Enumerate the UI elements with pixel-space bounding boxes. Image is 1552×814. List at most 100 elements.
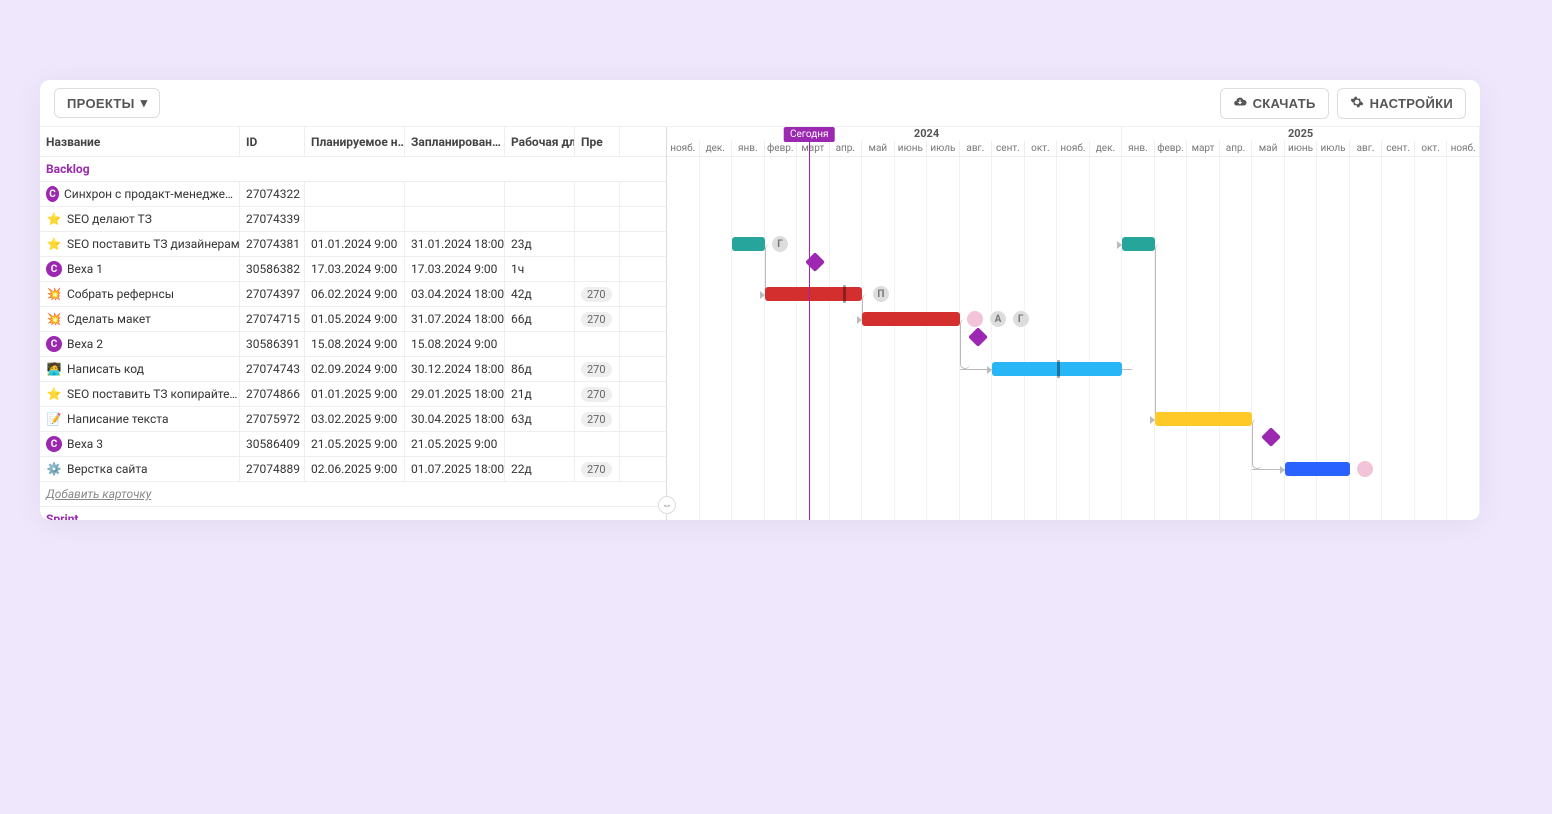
task-start: [305, 182, 405, 206]
task-prev: [575, 432, 620, 456]
gear-icon: [1350, 95, 1364, 112]
month-label: июль: [1317, 141, 1350, 156]
task-start: 03.02.2025 9:00: [305, 407, 405, 431]
table-row[interactable]: ССинхрон с продакт-менедже…27074322: [40, 182, 666, 207]
month-label: июль: [927, 141, 960, 156]
prev-badge: 270: [581, 362, 612, 377]
settings-button[interactable]: НАСТРОЙКИ: [1337, 88, 1466, 119]
task-end: 30.04.2025 18:00: [405, 407, 505, 431]
table-row[interactable]: ⭐SEO поставить ТЗ дизайнерам2707438101.0…: [40, 232, 666, 257]
table-row[interactable]: ⭐SEO поставить ТЗ копирайте…2707486601.0…: [40, 382, 666, 407]
task-end: 30.12.2024 18:00: [405, 357, 505, 381]
task-name: Написание текста: [67, 412, 168, 426]
month-label: окт.: [1025, 141, 1058, 156]
gantt-app: ПРОЕКТЫ ▾ СКАЧАТЬ НАСТРОЙКИ Название: [40, 80, 1480, 520]
star-icon: ⭐: [46, 211, 62, 227]
task-duration: [505, 207, 575, 231]
task-end: [405, 207, 505, 231]
group-sprint[interactable]: Sprint: [40, 507, 666, 520]
gantt-bar[interactable]: [1155, 412, 1253, 426]
column-splitter[interactable]: ⇔: [658, 496, 676, 514]
table-row[interactable]: 💥Сделать макет2707471501.05.2024 9:0031.…: [40, 307, 666, 332]
col-planned-start[interactable]: Планируемое н…: [305, 127, 405, 156]
task-duration: 22д: [505, 457, 575, 481]
download-button[interactable]: СКАЧАТЬ: [1220, 88, 1329, 119]
table-row[interactable]: 🧑‍💻Написать код2707474302.09.2024 9:0030…: [40, 357, 666, 382]
task-end: 31.07.2024 18:00: [405, 307, 505, 331]
month-label: сент.: [1382, 141, 1415, 156]
gantt-bar[interactable]: [732, 237, 765, 251]
prev-badge: 270: [581, 412, 612, 427]
task-start: [305, 207, 405, 231]
gantt-chart[interactable]: 20242025 нояб.дек.янв.февр.мартапр.майию…: [667, 127, 1480, 520]
task-start: 01.01.2024 9:00: [305, 232, 405, 256]
collision-icon: 💥: [46, 311, 62, 327]
task-duration: [505, 182, 575, 206]
projects-dropdown[interactable]: ПРОЕКТЫ ▾: [54, 88, 160, 118]
task-duration: [505, 432, 575, 456]
task-id: 27074397: [240, 282, 305, 306]
month-label: май: [1252, 141, 1285, 156]
task-duration: 86д: [505, 357, 575, 381]
task-prev: 270: [575, 407, 620, 431]
task-id: 27074381: [240, 232, 305, 256]
month-label: окт.: [1415, 141, 1448, 156]
task-name: SEO поставить ТЗ копирайте…: [67, 387, 237, 401]
task-prev: 270: [575, 382, 620, 406]
group-backlog[interactable]: Backlog: [40, 157, 666, 182]
gantt-bar[interactable]: [1285, 462, 1350, 476]
task-prev: [575, 182, 620, 206]
col-duration[interactable]: Рабочая длите…: [505, 127, 575, 156]
caret-down-icon: ▾: [141, 95, 148, 111]
month-label: нояб.: [1447, 141, 1480, 156]
task-end: 01.07.2025 18:00: [405, 457, 505, 481]
col-id[interactable]: ID: [240, 127, 305, 156]
prev-badge: 270: [581, 287, 612, 302]
task-name: Собрать рефернсы: [67, 287, 174, 301]
today-line: [809, 127, 810, 520]
month-label: сент.: [992, 141, 1025, 156]
month-label: июнь: [895, 141, 928, 156]
task-id: 27074866: [240, 382, 305, 406]
task-start: 01.01.2025 9:00: [305, 382, 405, 406]
table-row[interactable]: СВеха 13058638217.03.2024 9:0017.03.2024…: [40, 257, 666, 282]
avatar: А: [989, 310, 1007, 328]
task-name: Синхрон с продакт-менедже…: [64, 187, 233, 201]
prev-badge: 270: [581, 312, 612, 327]
month-label: март: [1187, 141, 1220, 156]
task-end: [405, 182, 505, 206]
task-prev: 270: [575, 307, 620, 331]
table-row[interactable]: 💥Собрать рефернсы2707439706.02.2024 9:00…: [40, 282, 666, 307]
gantt-bar[interactable]: [765, 287, 863, 301]
task-prev: [575, 207, 620, 231]
task-name: SEO делают ТЗ: [67, 212, 152, 226]
table-row[interactable]: СВеха 23058639115.08.2024 9:0015.08.2024…: [40, 332, 666, 357]
gantt-bar[interactable]: [862, 312, 960, 326]
month-label: май: [862, 141, 895, 156]
task-start: 02.09.2024 9:00: [305, 357, 405, 381]
table-row[interactable]: ⭐SEO делают ТЗ27074339: [40, 207, 666, 232]
task-id: 27074715: [240, 307, 305, 331]
avatar: Г: [1012, 310, 1030, 328]
table-row[interactable]: 📝Написание текста2707597203.02.2025 9:00…: [40, 407, 666, 432]
task-end: 17.03.2024 9:00: [405, 257, 505, 281]
table-row[interactable]: ⚙️Верстка сайта2707488902.06.2025 9:0001…: [40, 457, 666, 482]
task-name: SEO поставить ТЗ дизайнерам: [67, 237, 240, 251]
task-prev: 270: [575, 282, 620, 306]
col-prev[interactable]: Пре: [575, 127, 620, 156]
col-planned-end[interactable]: Запланирован…: [405, 127, 505, 156]
task-start: 06.02.2024 9:00: [305, 282, 405, 306]
month-label: янв.: [732, 141, 765, 156]
table-row[interactable]: СВеха 33058640921.05.2025 9:0021.05.2025…: [40, 432, 666, 457]
toolbar: ПРОЕКТЫ ▾ СКАЧАТЬ НАСТРОЙКИ: [40, 80, 1480, 126]
col-name[interactable]: Название: [40, 127, 240, 156]
task-prev: [575, 257, 620, 281]
gantt-bar[interactable]: [1122, 237, 1155, 251]
task-start: 02.06.2025 9:00: [305, 457, 405, 481]
memo-icon: 📝: [46, 411, 62, 427]
task-duration: 1ч: [505, 257, 575, 281]
task-start: 15.08.2024 9:00: [305, 332, 405, 356]
month-label: апр.: [830, 141, 863, 156]
gear-icon: ⚙️: [46, 461, 62, 477]
add-card-link[interactable]: Добавить карточку: [40, 482, 666, 507]
